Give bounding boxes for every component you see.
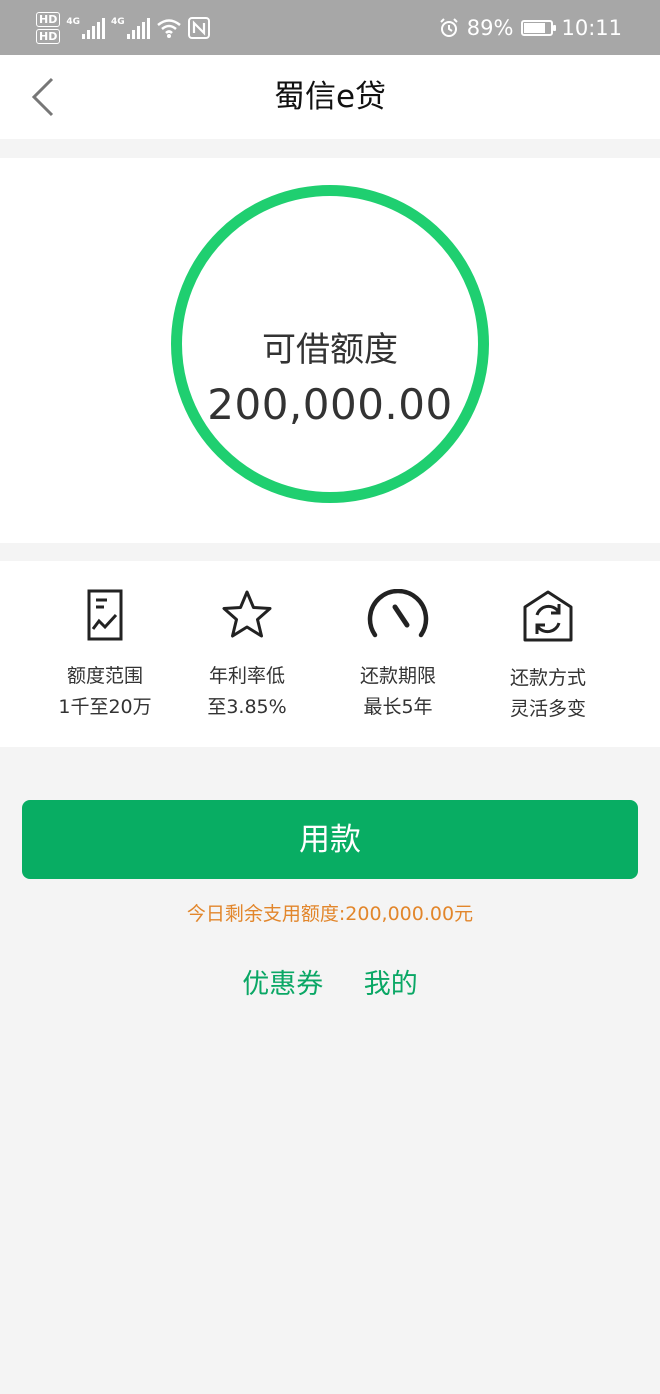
feature-interest-rate: 年利率低 至3.85% [172, 589, 322, 720]
status-bar-left: HD HD 4G 4G [36, 8, 210, 48]
feature-quota-range: 额度范围 1千至20万 [30, 589, 180, 720]
quota-amount: 200,000.00 [207, 380, 453, 429]
coupon-link[interactable]: 优惠券 [242, 969, 323, 1000]
feature-title: 还款方式 [509, 667, 586, 689]
status-bar: HD HD 4G 4G 89% 10:11 [0, 0, 660, 55]
alarm-icon [440, 17, 458, 37]
remaining-quota-text: 今日剩余支用额度:200,000.00元 [186, 903, 474, 925]
mine-link[interactable]: 我的 [364, 969, 418, 1000]
quota-card: 可借额度 200,000.00 [0, 158, 660, 543]
star-icon [222, 590, 272, 638]
status-bar-right: 89% 10:11 [439, 0, 622, 55]
quota-label: 可借额度 [262, 330, 398, 370]
battery-icon [521, 19, 557, 36]
feature-detail: 至3.85% [207, 696, 287, 718]
feature-detail: 1千至20万 [58, 696, 152, 718]
document-chart-icon [87, 589, 123, 641]
network-type: 4G [66, 17, 80, 27]
network-type: 4G [111, 17, 125, 27]
hd-icon: HD HD [36, 12, 61, 44]
feature-detail: 灵活多变 [509, 698, 586, 720]
signal-icon: 4G [66, 17, 105, 39]
feature-repayment-method: 还款方式 灵活多变 [473, 589, 623, 722]
refresh-house-icon [523, 590, 573, 642]
bottom-links: 优惠券 我的 [0, 962, 660, 1001]
battery-percent: 89% [466, 15, 514, 40]
clock: 10:11 [561, 15, 622, 40]
quota-ring: 可借额度 200,000.00 [171, 185, 489, 503]
feature-title: 额度范围 [66, 665, 143, 687]
signal-icon: 4G [111, 17, 150, 39]
feature-list: 额度范围 1千至20万 年利率低 至3.85% 还款期限 最长5年 还款方式 灵… [0, 561, 660, 747]
hd-badge: HD [36, 29, 61, 44]
nfc-icon [187, 17, 210, 39]
hd-badge: HD [36, 12, 61, 27]
use-loan-button[interactable]: 用款 [22, 800, 638, 879]
feature-repayment-term: 还款期限 最长5年 [323, 589, 473, 720]
navigation-bar: 蜀信e贷 [0, 55, 660, 139]
feature-title: 还款期限 [359, 665, 436, 687]
battery-fill [524, 22, 546, 33]
wifi-icon [156, 19, 181, 38]
gauge-icon [367, 589, 429, 638]
page-title: 蜀信e贷 [273, 79, 387, 115]
feature-title: 年利率低 [208, 665, 285, 687]
feature-detail: 最长5年 [363, 696, 433, 718]
